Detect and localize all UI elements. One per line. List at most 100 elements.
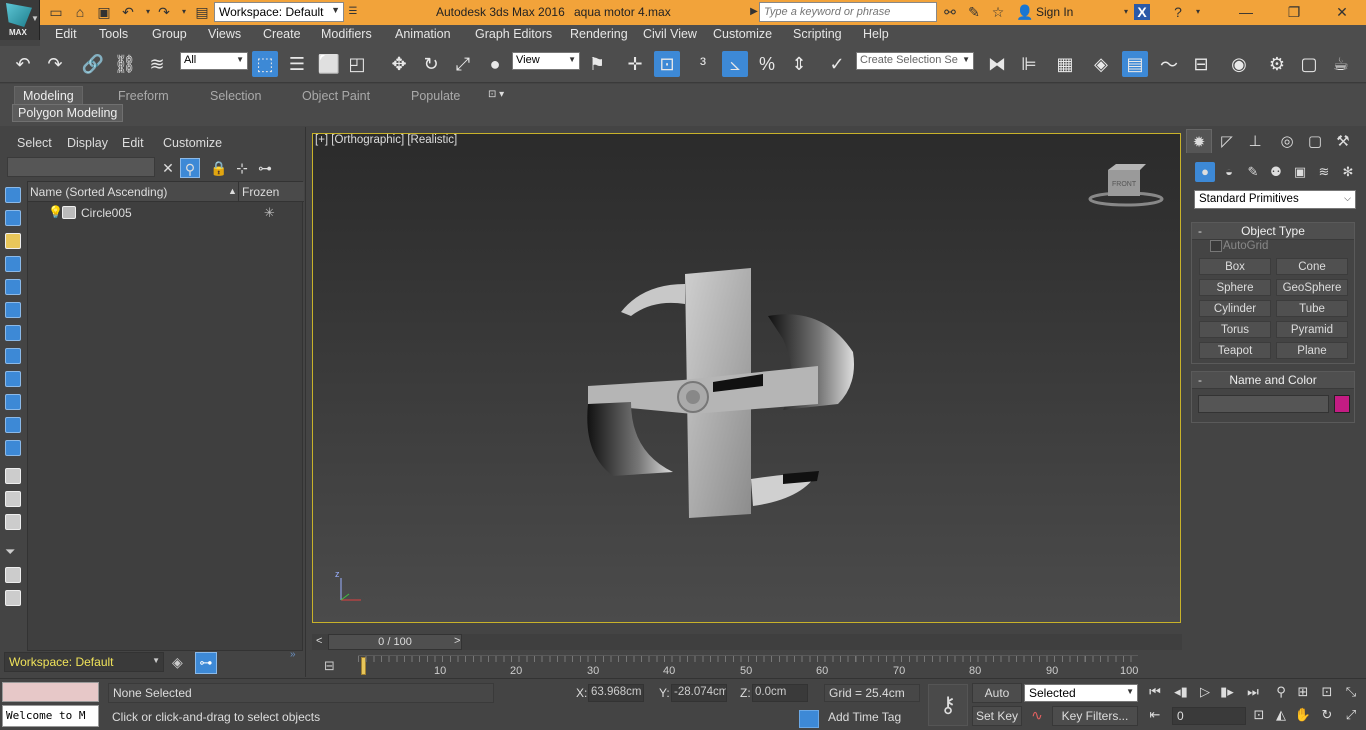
workspace-select[interactable]: Workspace: Default ▼ [214,2,344,22]
polygon-modeling-panel[interactable]: Polygon Modeling [12,104,124,122]
named-selection-set-select[interactable]: Create Selection Se ▼ [856,52,974,70]
favorites-star-icon[interactable]: ☆ [990,4,1006,20]
name-and-color-header[interactable]: - Name and Color [1192,372,1354,389]
propeller-model[interactable]: z [313,134,1181,623]
angle-snap-icon[interactable]: ⦣ [722,51,748,77]
help-dropdown-icon[interactable]: ▾ [1190,4,1206,20]
utilities-tab-icon[interactable]: ⚒ [1330,129,1356,153]
display-groups-icon[interactable] [5,325,21,341]
ribbon-tab-modeling[interactable]: Modeling [14,86,83,106]
maximize-viewport-icon[interactable]: ⤢ [1342,706,1360,724]
z-coordinate-field[interactable]: 0.0cm [752,684,808,702]
percent-snap-icon[interactable]: % [754,51,780,77]
spinner-snap-icon[interactable]: ⇕ [786,51,812,77]
track-bar[interactable]: ⊟ 0 10 20 30 40 50 60 70 80 90 100 [318,655,1182,677]
zoom-extents-icon[interactable]: ⊡ [1318,683,1336,701]
time-configuration-icon[interactable]: ⊡ [1250,706,1268,724]
explorer-workspace-select[interactable]: Workspace: Default ▼ [4,652,164,672]
maximize-icon[interactable]: ❐ [1284,3,1304,21]
explorer-menu-customize[interactable]: Customize [163,136,222,150]
ribbon-tab-populate[interactable]: Populate [403,87,468,105]
cylinder-button[interactable]: Cylinder [1199,300,1271,317]
cameras-category-icon[interactable]: ⚉ [1266,162,1286,182]
display-shapes-icon[interactable] [5,210,21,226]
pivot-center-icon[interactable]: ⚑ [584,51,610,77]
object-name-input[interactable] [1198,395,1329,413]
y-coordinate-field[interactable]: -28.074cm [671,684,727,702]
sign-in-dropdown-icon[interactable]: ▾ [1118,4,1134,20]
clear-search-icon[interactable]: ✕ [158,158,178,178]
ribbon-options-icon[interactable]: ⊡ ▾ [488,89,504,100]
shapes-category-icon[interactable]: ◒ [1219,162,1239,182]
render-production-icon[interactable]: ☕ [1328,51,1354,77]
help-icon[interactable]: ? [1170,4,1186,20]
select-object-icon[interactable]: ⬚ [252,51,278,77]
material-editor-icon[interactable]: ◉ [1226,51,1252,77]
orbit-icon[interactable]: ↻ [1318,706,1336,724]
x-coordinate-field[interactable]: 63.968cm [588,684,644,702]
new-file-icon[interactable]: ▭ [48,4,64,20]
menu-civil-view[interactable]: Civil View [643,27,697,41]
add-time-tag-button[interactable]: Add Time Tag [824,709,920,727]
keyboard-shortcut-override-icon[interactable]: ⊡ [654,51,680,77]
maxscript-mini-listener[interactable]: Welcome to M [2,705,99,727]
help-search-input[interactable] [760,3,936,21]
menu-group[interactable]: Group [152,27,187,41]
schematic-view-icon[interactable]: ⊟ [1188,51,1214,77]
menu-animation[interactable]: Animation [395,27,451,41]
explorer-search-input[interactable] [7,157,155,177]
menu-edit[interactable]: Edit [55,27,77,41]
redo-icon[interactable]: ↷ [42,51,68,77]
sphere-button[interactable]: Sphere [1199,279,1271,296]
set-keys-key-icon[interactable]: ⚷ [928,684,968,726]
sign-in-link[interactable]: Sign In [1036,5,1073,19]
save-file-icon[interactable]: ▣ [96,4,112,20]
scale-icon[interactable]: ⤢ [450,51,476,77]
window-crossing-icon[interactable]: ◰ [344,51,370,77]
unlink-icon[interactable]: ⛓ [112,51,138,77]
tube-button[interactable]: Tube [1276,300,1348,317]
box-button[interactable]: Box [1199,258,1271,275]
undo-dropdown-icon[interactable]: ▾ [140,4,156,20]
display-containers-icon[interactable] [5,394,21,410]
help-search-box[interactable] [759,2,937,22]
explorer-menu-edit[interactable]: Edit [122,136,144,150]
ribbon-tab-selection[interactable]: Selection [202,87,269,105]
maxscript-listener-input[interactable] [2,682,99,702]
filter-funnel-icon[interactable]: ⏷ [5,544,21,560]
move-icon[interactable]: ✥ [386,51,412,77]
zoom-extents-selected-icon[interactable]: ⤡ [1342,683,1360,701]
open-mini-curve-editor-icon[interactable]: ⊟ [324,658,335,674]
lock-icon[interactable]: 🔒 [209,158,229,178]
expand-panel-icon[interactable]: » [290,649,296,660]
menu-views[interactable]: Views [208,27,241,41]
align-icon[interactable]: ⊫ [1016,51,1042,77]
project-folder-icon[interactable]: ▤ [194,4,210,20]
next-frame-icon[interactable]: ▮▸ [1218,683,1236,701]
open-file-icon[interactable]: ⌂ [72,4,88,20]
helpers-category-icon[interactable]: ▣ [1290,162,1310,182]
pyramid-button[interactable]: Pyramid [1276,321,1348,338]
teapot-button[interactable]: Teapot [1199,342,1271,359]
bind-space-warp-icon[interactable]: ≋ [144,51,170,77]
display-tab-icon[interactable]: ▢ [1302,129,1328,153]
play-icon[interactable]: ▷ [1196,683,1214,701]
menu-graph-editors[interactable]: Graph Editors [475,27,552,41]
display-bones-icon[interactable] [5,371,21,387]
display-all-icon[interactable] [5,468,21,484]
cone-button[interactable]: Cone [1276,258,1348,275]
layer-explorer-icon[interactable]: ◈ [172,654,192,672]
subscription-icon[interactable]: ✎ [966,4,982,20]
object-type-header[interactable]: - Object Type [1192,223,1354,240]
mirror-icon[interactable]: ⧓ [984,51,1010,77]
default-tangent-icon[interactable]: ∿ [1026,707,1048,727]
explorer-menu-select[interactable]: Select [17,136,52,150]
modify-tab-icon[interactable]: ◸ [1214,129,1240,153]
object-color-swatch[interactable] [1334,395,1350,413]
track-bar-ruler[interactable]: 0 10 20 30 40 50 60 70 80 90 100 [358,655,1138,677]
create-tab-icon[interactable]: ✹ [1186,129,1212,153]
next-frame-icon[interactable]: > [454,635,460,647]
current-frame-field[interactable]: 0 [1172,707,1246,725]
exchange-apps-icon[interactable]: X [1134,4,1150,20]
filter-selection-icon[interactable] [5,567,21,583]
